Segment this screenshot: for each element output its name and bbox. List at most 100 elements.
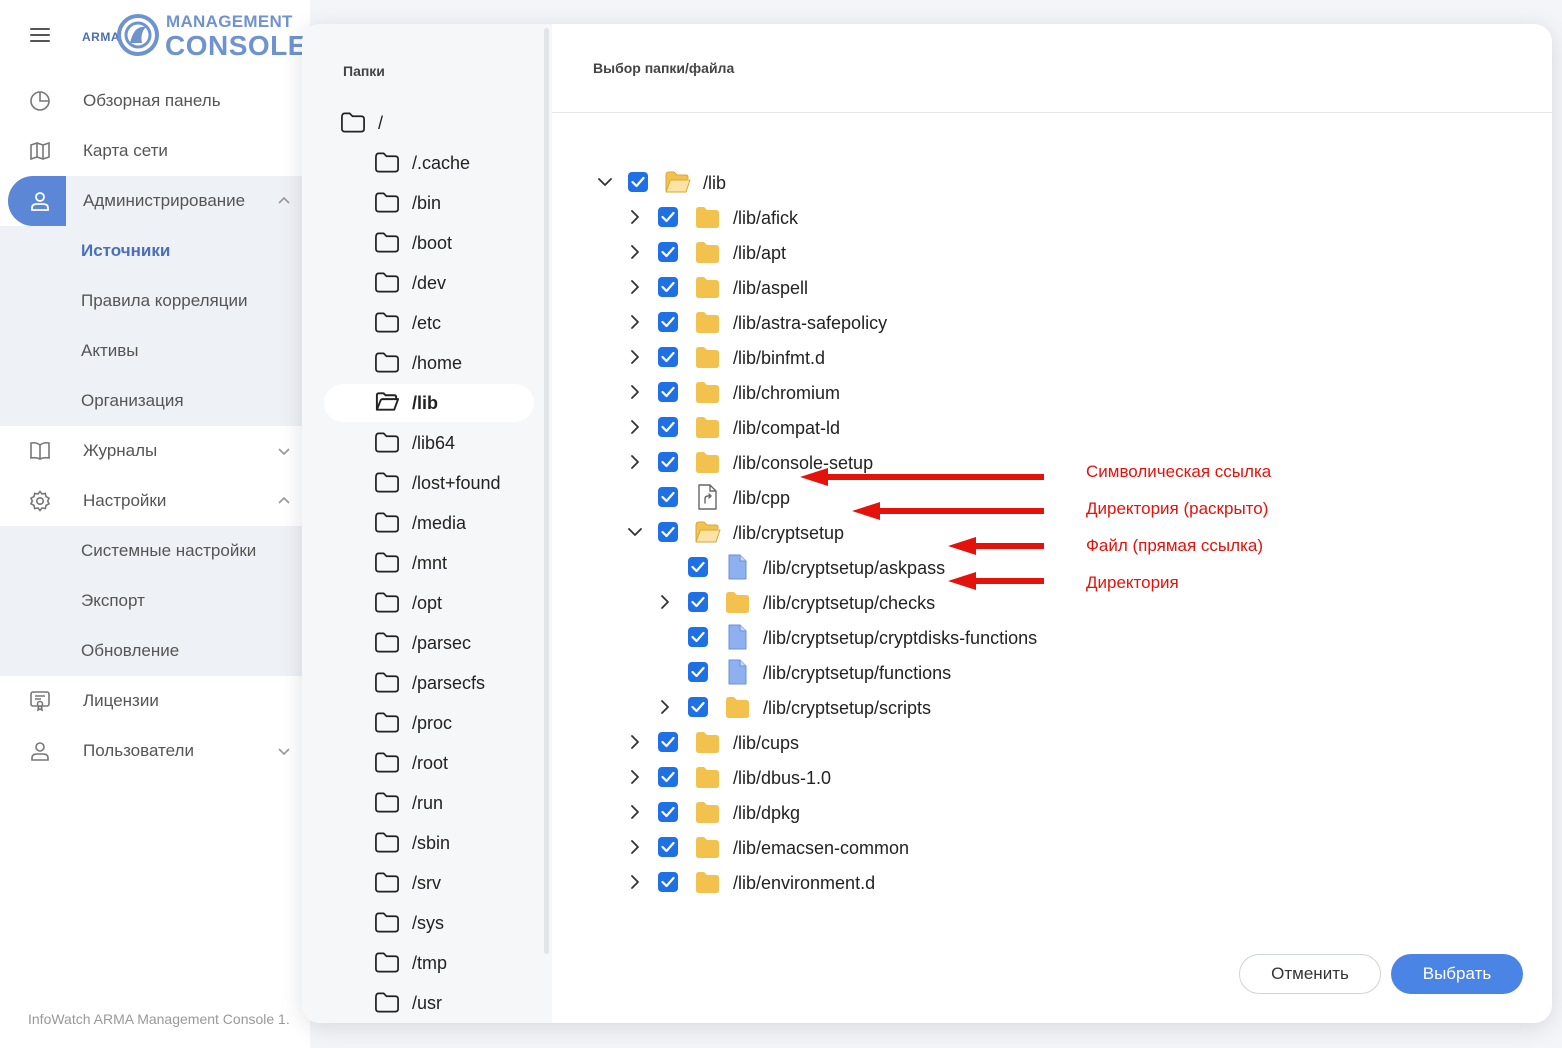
tree-row[interactable]: /lib/binfmt.d [552,341,1452,376]
sidebar-item-system-settings[interactable]: Системные настройки [0,526,302,576]
footer-version: InfoWatch ARMA Management Console 1. [28,1011,290,1027]
folder-icon [341,112,365,133]
folder-name: /media [412,513,467,533]
checkbox[interactable] [658,837,678,857]
checkbox[interactable] [658,382,678,402]
checkbox[interactable] [658,312,678,332]
tree-row[interactable]: /lib/astra-safepolicy [552,306,1452,341]
folder-name: /bin [412,193,442,213]
checkbox[interactable] [688,592,708,612]
tree-row[interactable]: /lib/emacsen-common [552,831,1452,866]
chevron-right-icon[interactable] [658,595,672,609]
tree-row[interactable]: /lib/aspell [552,271,1452,306]
tree-row[interactable]: /lib/compat-ld [552,411,1452,446]
folder-name: /proc [412,713,453,733]
tree-row[interactable]: /lib/chromium [552,376,1452,411]
tree-row[interactable]: /lib/cryptsetup/checks [552,586,1452,621]
checkbox[interactable] [688,662,708,682]
folder-icon [696,207,719,228]
tree-row[interactable]: /lib/cryptsetup/cryptdisks-functions [552,621,1452,656]
folder-item[interactable]: /sys [374,904,584,942]
annotation-directory-expanded: Директория (раскрыто) [1086,499,1269,518]
sidebar-item-organization[interactable]: Организация [0,376,302,426]
chevron-right-icon[interactable] [628,280,642,294]
checkbox[interactable] [658,732,678,752]
folder-item[interactable]: / [340,104,550,142]
sidebar-item-journals[interactable]: Журналы [0,426,302,476]
chevron-right-icon[interactable] [658,700,672,714]
checkbox[interactable] [658,522,678,542]
chevron-down-icon[interactable] [598,175,612,189]
checkbox[interactable] [658,417,678,437]
chevron-right-icon[interactable] [628,315,642,329]
chevron-right-icon[interactable] [628,840,642,854]
folder-name: /srv [412,873,441,893]
folder-item[interactable]: /usr [374,984,584,1022]
folder-icon [696,767,719,788]
cancel-button[interactable]: Отменить [1239,954,1381,994]
sidebar-item-update[interactable]: Обновление [0,626,302,676]
sidebar-item-correlation-rules[interactable]: Правила корреляции [0,276,302,326]
chevron-right-icon[interactable] [628,875,642,889]
chevron-down-icon[interactable] [628,525,642,539]
chevron-right-icon[interactable] [628,385,642,399]
checkbox[interactable] [658,872,678,892]
folder-name: /.cache [412,153,471,173]
book-icon [30,441,50,460]
sidebar-item-settings[interactable]: Настройки [0,476,302,526]
select-button[interactable]: Выбрать [1391,954,1523,994]
checkbox[interactable] [658,452,678,472]
chevron-right-icon[interactable] [628,805,642,819]
sidebar-item-network-map[interactable]: Карта сети [0,126,302,176]
folder-icon [726,592,749,613]
tree-row[interactable]: /lib/environment.d [552,866,1452,894]
chevron-right-icon[interactable] [628,245,642,259]
sidebar-item-administration[interactable]: Администрирование [0,176,302,226]
folder-icon [375,152,399,173]
tree-row[interactable]: /lib/apt [552,236,1452,271]
sidebar-item-dashboard[interactable]: Обзорная панель [0,76,302,126]
tree-row[interactable]: /lib/cryptsetup/scripts [552,691,1452,726]
tree-row[interactable]: /lib/dpkg [552,796,1452,831]
sidebar-item-users[interactable]: Пользователи [0,726,302,776]
checkbox[interactable] [658,242,678,262]
tree-item-name: /lib/binfmt.d [733,348,826,368]
folder-name: / [378,113,384,133]
chevron-right-icon[interactable] [628,210,642,224]
checkbox[interactable] [688,697,708,717]
sidebar-item-licenses[interactable]: Лицензии [0,676,302,726]
folder-name: /root [412,753,449,773]
checkbox[interactable] [658,347,678,367]
tree-item-name: /lib/cryptsetup/cryptdisks-functions [763,628,1038,648]
checkbox[interactable] [658,277,678,297]
folder-icon [696,347,719,368]
checkbox[interactable] [628,172,648,192]
checkbox[interactable] [688,557,708,577]
checkbox[interactable] [658,487,678,507]
checkbox[interactable] [658,802,678,822]
sidebar-item-export[interactable]: Экспорт [0,576,302,626]
folder-icon [375,872,399,893]
chevron-right-icon[interactable] [628,350,642,364]
folder-item[interactable]: /lib [324,384,534,422]
folder-icon [696,417,719,438]
tree-row[interactable]: /lib/cryptsetup/functions [552,656,1452,691]
chevron-right-icon[interactable] [628,455,642,469]
chevron-right-icon[interactable] [628,770,642,784]
folder-item[interactable]: /tmp [374,944,584,982]
annotation-file: Файл (прямая ссылка) [1086,536,1263,555]
tree-row[interactable]: /lib/cups [552,726,1452,761]
sidebar-item-sources[interactable]: Источники [0,226,302,276]
chevron-right-icon[interactable] [628,420,642,434]
tree-row[interactable]: /lib/dbus-1.0 [552,761,1452,796]
tree-row[interactable]: /lib/afick [552,201,1452,236]
folder-icon [375,432,399,453]
checkbox[interactable] [658,767,678,787]
tree-row[interactable]: /lib [552,166,1452,201]
chevron-right-icon[interactable] [628,735,642,749]
folder-icon [375,792,399,813]
sidebar-item-assets[interactable]: Активы [0,326,302,376]
checkbox[interactable] [658,207,678,227]
checkbox[interactable] [688,627,708,647]
menu-icon[interactable] [30,28,50,42]
